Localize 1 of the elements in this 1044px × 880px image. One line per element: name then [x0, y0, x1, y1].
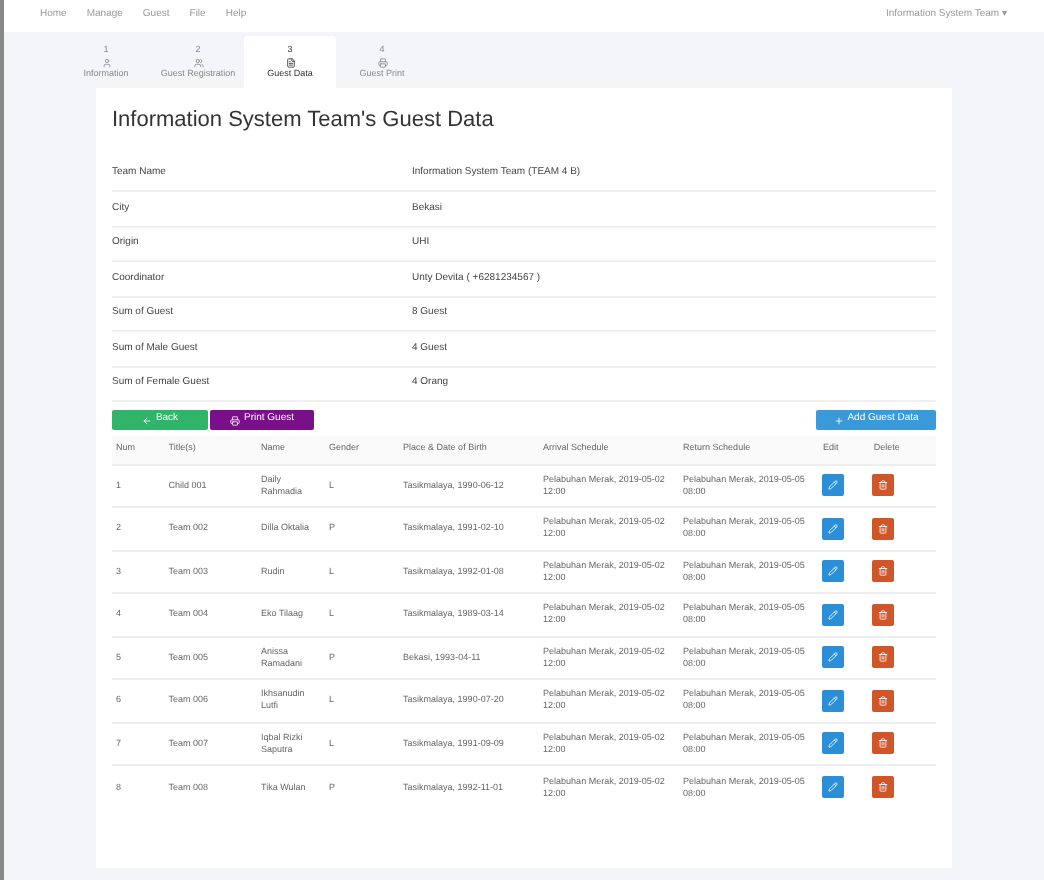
page-title: Information System Team's Guest Data [112, 106, 496, 136]
